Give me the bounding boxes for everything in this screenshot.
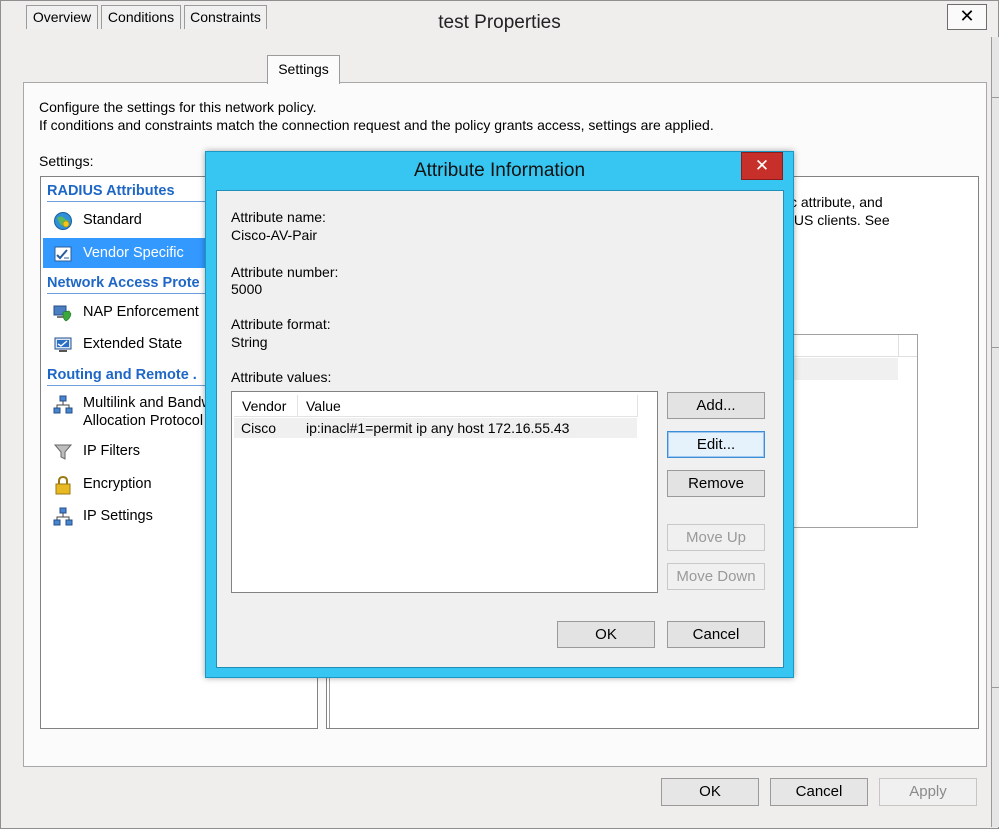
attribute-values-list[interactable]: Vendor Value Cisco ip:inacl#1=permit ip … — [231, 391, 658, 593]
tab-conditions[interactable]: Conditions — [101, 5, 181, 29]
computer-shield-icon — [53, 305, 72, 322]
dialog-body: Attribute name: Cisco-AV-Pair Attribute … — [216, 190, 784, 668]
nav-item-vendor-specific[interactable]: Vendor Specific — [43, 238, 211, 268]
globe-icon — [54, 212, 72, 230]
attribute-number-label: Attribute number: — [231, 264, 339, 280]
nav-label-nap-enforcement: NAP Enforcement — [83, 304, 199, 320]
dialog-close-button[interactable]: ✕ — [741, 152, 783, 180]
attribute-format-value: String — [231, 334, 268, 350]
remove-button[interactable]: Remove — [667, 470, 765, 497]
detail-description: c attribute, and IUS clients. See — [790, 194, 890, 228]
nav-label-vendor-specific: Vendor Specific — [83, 245, 184, 261]
tab-overview[interactable]: Overview — [26, 5, 98, 29]
cell-value: ip:inacl#1=permit ip any host 172.16.55.… — [306, 420, 570, 436]
group-network-access-protection: Network Access Prote — [47, 275, 200, 291]
nav-label-standard: Standard — [83, 212, 142, 228]
column-header-value[interactable]: Value — [298, 395, 638, 417]
table-row[interactable]: Cisco ip:inacl#1=permit ip any host 172.… — [234, 418, 637, 438]
close-icon: ✕ — [754, 156, 770, 176]
vendor-attributes-list[interactable] — [791, 334, 918, 528]
attribute-format-label: Attribute format: — [231, 316, 331, 332]
move-down-button[interactable]: Move Down — [667, 563, 765, 590]
network-icon — [53, 507, 73, 526]
list-item[interactable] — [792, 358, 898, 380]
dialog-ok-button[interactable]: OK — [557, 621, 655, 648]
description-line-1: Configure the settings for this network … — [39, 99, 317, 115]
network-icon — [53, 395, 73, 414]
edit-button[interactable]: Edit... — [667, 431, 765, 458]
settings-label: Settings: — [39, 153, 94, 169]
attribute-values-label: Attribute values: — [231, 369, 332, 385]
nav-label-multilink: Multilink and Bandw Allocation Protocol — [83, 395, 212, 429]
cell-vendor: Cisco — [241, 420, 277, 436]
group-routing-remote-access: Routing and Remote . — [47, 367, 197, 383]
monitor-icon — [54, 337, 72, 352]
lock-icon — [55, 475, 71, 495]
description-line-2: If conditions and constraints match the … — [39, 117, 714, 133]
nav-label-extended-state: Extended State — [83, 336, 183, 352]
settings-description: Configure the settings for this network … — [39, 98, 714, 134]
group-radius-attributes: RADIUS Attributes — [47, 183, 175, 199]
dialog-title: Attribute Information — [413, 160, 586, 181]
dialog-cancel-button[interactable]: Cancel — [667, 621, 765, 648]
column-header-vendor[interactable]: Vendor — [234, 395, 298, 417]
nav-label-ip-settings: IP Settings — [83, 508, 153, 524]
close-icon: ✕ — [959, 6, 975, 27]
attribute-number-value: 5000 — [231, 281, 263, 297]
nav-label-ip-filters: IP Filters — [83, 443, 140, 459]
apply-button[interactable]: Apply — [879, 778, 977, 806]
attribute-information-dialog: Attribute Information ✕ Attribute name: … — [205, 151, 794, 678]
tab-settings[interactable]: Settings — [267, 55, 340, 84]
ok-button[interactable]: OK — [661, 778, 759, 806]
attribute-name-value: Cisco-AV-Pair — [231, 227, 318, 243]
window-edge — [991, 37, 999, 827]
add-button[interactable]: Add... — [667, 392, 765, 419]
cancel-button[interactable]: Cancel — [770, 778, 868, 806]
tab-constraints[interactable]: Constraints — [184, 5, 267, 29]
nav-label-encryption: Encryption — [83, 476, 152, 492]
attribute-name-label: Attribute name: — [231, 209, 326, 225]
window-close-button[interactable]: ✕ — [947, 4, 987, 30]
checklist-icon — [54, 246, 72, 262]
funnel-icon — [53, 444, 73, 460]
move-up-button[interactable]: Move Up — [667, 524, 765, 551]
